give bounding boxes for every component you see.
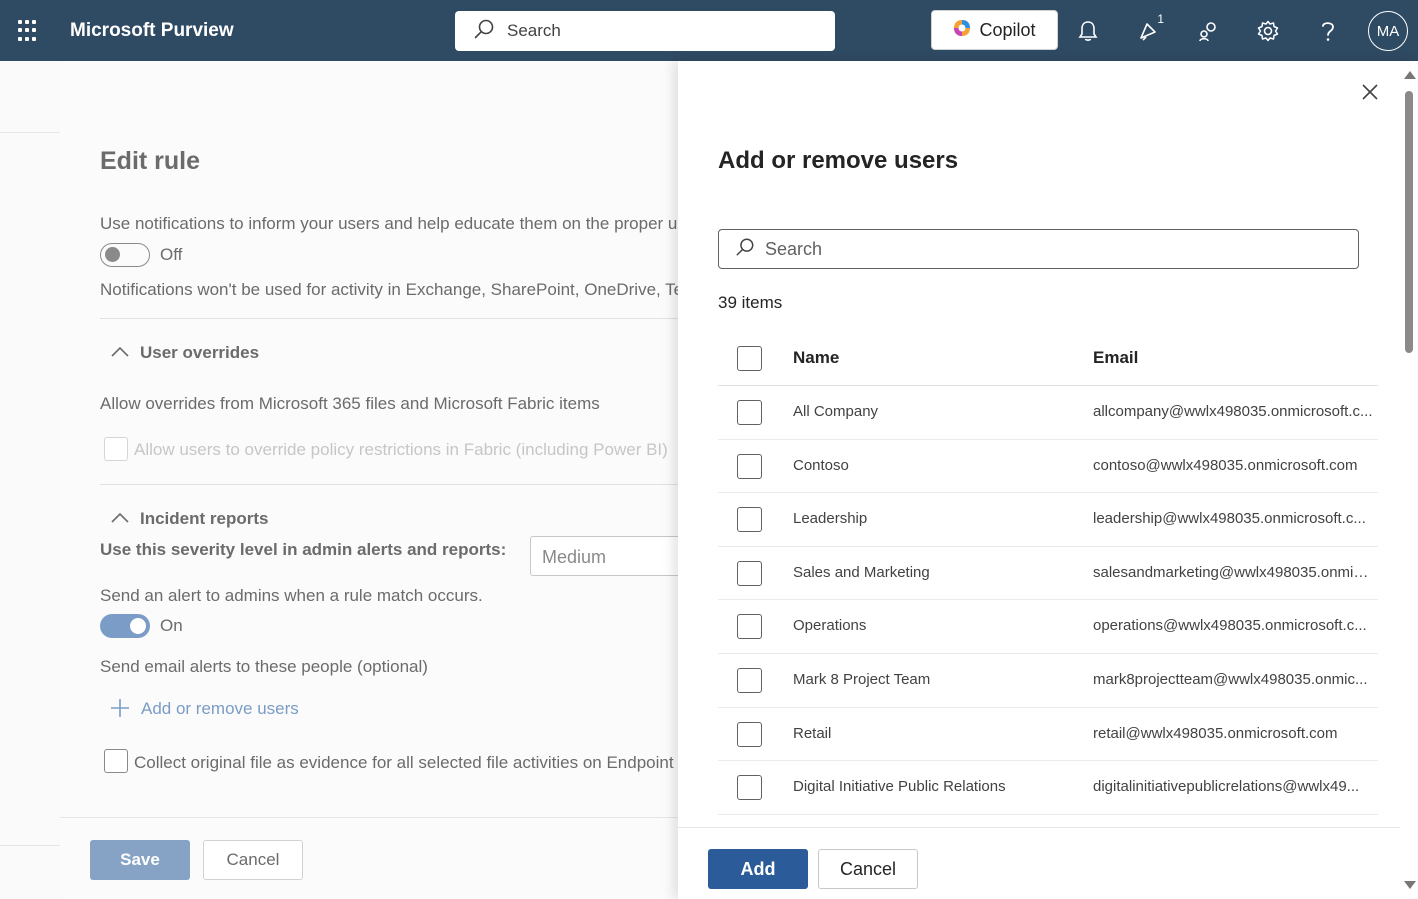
search-icon — [735, 237, 755, 262]
send-alert-toggle-label: On — [160, 616, 183, 635]
users-search-input[interactable]: Search — [718, 229, 1359, 269]
row-name: Operations — [793, 617, 867, 635]
chevron-up-icon[interactable] — [110, 511, 130, 525]
row-checkbox[interactable] — [737, 560, 762, 586]
cancel-button[interactable]: Cancel — [203, 840, 303, 880]
flyout-title: Add or remove users — [718, 147, 959, 174]
notifications-toggle-label: Off — [160, 245, 183, 264]
row-email: retail@wwlx498035.onmicrosoft.com — [1093, 724, 1338, 742]
severity-label: Use this severity level in admin alerts … — [100, 540, 507, 559]
row-name: Leadership — [793, 510, 868, 528]
top-bar: Microsoft Purview Search Copilot 1 MA — [0, 0, 1418, 61]
row-email: contoso@wwlx498035.onmicrosoft.com — [1093, 456, 1358, 474]
row-checkbox[interactable] — [737, 667, 762, 693]
email-alerts-text: Send email alerts to these people (optio… — [100, 657, 428, 676]
chevron-up-icon[interactable] — [110, 345, 130, 359]
table-row[interactable]: Leadership leadership@wwlx498035.onmicro… — [718, 493, 1378, 547]
close-icon[interactable] — [1360, 82, 1380, 102]
allow-overrides-text: Allow overrides from Microsoft 365 files… — [100, 394, 600, 413]
copilot-label: Copilot — [979, 19, 1036, 40]
row-email: mark8projectteam@wwlx498035.onmic... — [1093, 670, 1368, 688]
send-alert-text: Send an alert to admins when a rule matc… — [100, 586, 483, 605]
column-header-name[interactable]: Name — [793, 348, 839, 368]
row-name: Contoso — [793, 456, 849, 474]
search-icon — [473, 18, 495, 45]
search-placeholder: Search — [507, 21, 561, 40]
select-all-checkbox[interactable] — [737, 346, 762, 371]
divider — [100, 318, 678, 319]
left-background — [0, 61, 60, 899]
scrollbar[interactable] — [1400, 61, 1418, 899]
scroll-thumb[interactable] — [1405, 91, 1413, 353]
edit-rule-panel: Edit rule Use notifications to inform yo… — [60, 61, 678, 899]
table-row[interactable]: Digital Initiative Public Relations digi… — [718, 761, 1378, 815]
notifications-text: Use notifications to inform your users a… — [100, 214, 678, 233]
row-checkbox[interactable] — [737, 453, 762, 479]
table-row[interactable]: Sales and Marketing salesandmarketing@ww… — [718, 547, 1378, 601]
divider — [100, 484, 678, 485]
cancel-button[interactable]: Cancel — [818, 849, 918, 889]
row-checkbox[interactable] — [737, 400, 762, 425]
notifications-bell-icon[interactable] — [1076, 18, 1100, 44]
notifications-toggle[interactable] — [100, 243, 150, 267]
add-button[interactable]: Add — [708, 849, 808, 889]
user-overrides-heading[interactable]: User overrides — [140, 343, 259, 363]
allow-users-override-checkbox[interactable] — [104, 437, 128, 461]
row-checkbox[interactable] — [737, 614, 762, 640]
row-name: All Company — [793, 403, 879, 420]
scroll-down-icon[interactable] — [1404, 881, 1416, 889]
search-placeholder: Search — [765, 238, 823, 259]
row-name: Digital Initiative Public Relations — [793, 778, 1006, 796]
table-row[interactable]: Operations operations@wwlx498035.onmicro… — [718, 600, 1378, 654]
row-checkbox[interactable] — [737, 721, 762, 747]
row-checkbox[interactable] — [737, 775, 762, 801]
plus-icon — [111, 699, 129, 717]
help-icon[interactable] — [1316, 18, 1340, 44]
users-table: Name Email All Company allcompany@wwlx49… — [718, 331, 1378, 815]
table-row[interactable]: Retail retail@wwlx498035.onmicrosoft.com — [718, 708, 1378, 762]
save-button[interactable]: Save — [90, 840, 190, 880]
table-row[interactable]: Mark 8 Project Team mark8projectteam@wwl… — [718, 654, 1378, 708]
incident-reports-heading[interactable]: Incident reports — [140, 509, 268, 529]
row-email: allcompany@wwlx498035.onmicrosoft.c... — [1093, 403, 1373, 420]
table-row[interactable]: All Company allcompany@wwlx498035.onmicr… — [718, 386, 1378, 440]
flyout-footer: Add Cancel — [678, 827, 1400, 899]
scroll-up-icon[interactable] — [1404, 71, 1416, 79]
edit-rule-footer: Save Cancel — [60, 817, 678, 899]
row-name: Mark 8 Project Team — [793, 670, 931, 688]
app-name[interactable]: Microsoft Purview — [70, 20, 234, 42]
collect-evidence-checkbox[interactable] — [104, 749, 128, 773]
copilot-icon — [953, 19, 971, 42]
notifications-note: Notifications won't be used for activity… — [100, 280, 678, 299]
add-remove-users-link[interactable]: Add or remove users — [141, 699, 299, 719]
row-email: digitalinitiativepublicrelations@wwlx49.… — [1093, 778, 1360, 796]
edit-rule-title: Edit rule — [100, 147, 201, 175]
row-email: leadership@wwlx498035.onmicrosoft.c... — [1093, 510, 1366, 528]
community-icon[interactable] — [1196, 18, 1220, 44]
row-email: operations@wwlx498035.onmicrosoft.c... — [1093, 617, 1367, 635]
settings-gear-icon[interactable] — [1256, 18, 1280, 44]
app-launcher-icon[interactable] — [18, 20, 40, 42]
collect-evidence-label: Collect original file as evidence for al… — [134, 753, 674, 772]
add-remove-users-flyout: Add or remove users Search 39 items Name… — [678, 61, 1418, 899]
row-name: Sales and Marketing — [793, 563, 930, 581]
table-header: Name Email — [718, 331, 1378, 386]
global-search-input[interactable]: Search — [455, 11, 835, 51]
whats-new-icon[interactable]: 1 — [1136, 12, 1164, 44]
row-checkbox[interactable] — [737, 507, 762, 533]
copilot-button[interactable]: Copilot — [931, 10, 1058, 50]
severity-select[interactable]: Medium — [530, 536, 678, 576]
notification-badge: 1 — [1157, 12, 1164, 26]
row-name: Retail — [793, 724, 832, 742]
send-alert-toggle[interactable] — [100, 614, 150, 638]
table-row[interactable]: Contoso contoso@wwlx498035.onmicrosoft.c… — [718, 440, 1378, 494]
avatar[interactable]: MA — [1368, 11, 1408, 51]
allow-users-override-label: Allow users to override policy restricti… — [134, 440, 668, 459]
items-count: 39 items — [718, 293, 783, 312]
column-header-email[interactable]: Email — [1093, 348, 1138, 368]
row-email: salesandmarketing@wwlx498035.onmic... — [1093, 563, 1373, 581]
